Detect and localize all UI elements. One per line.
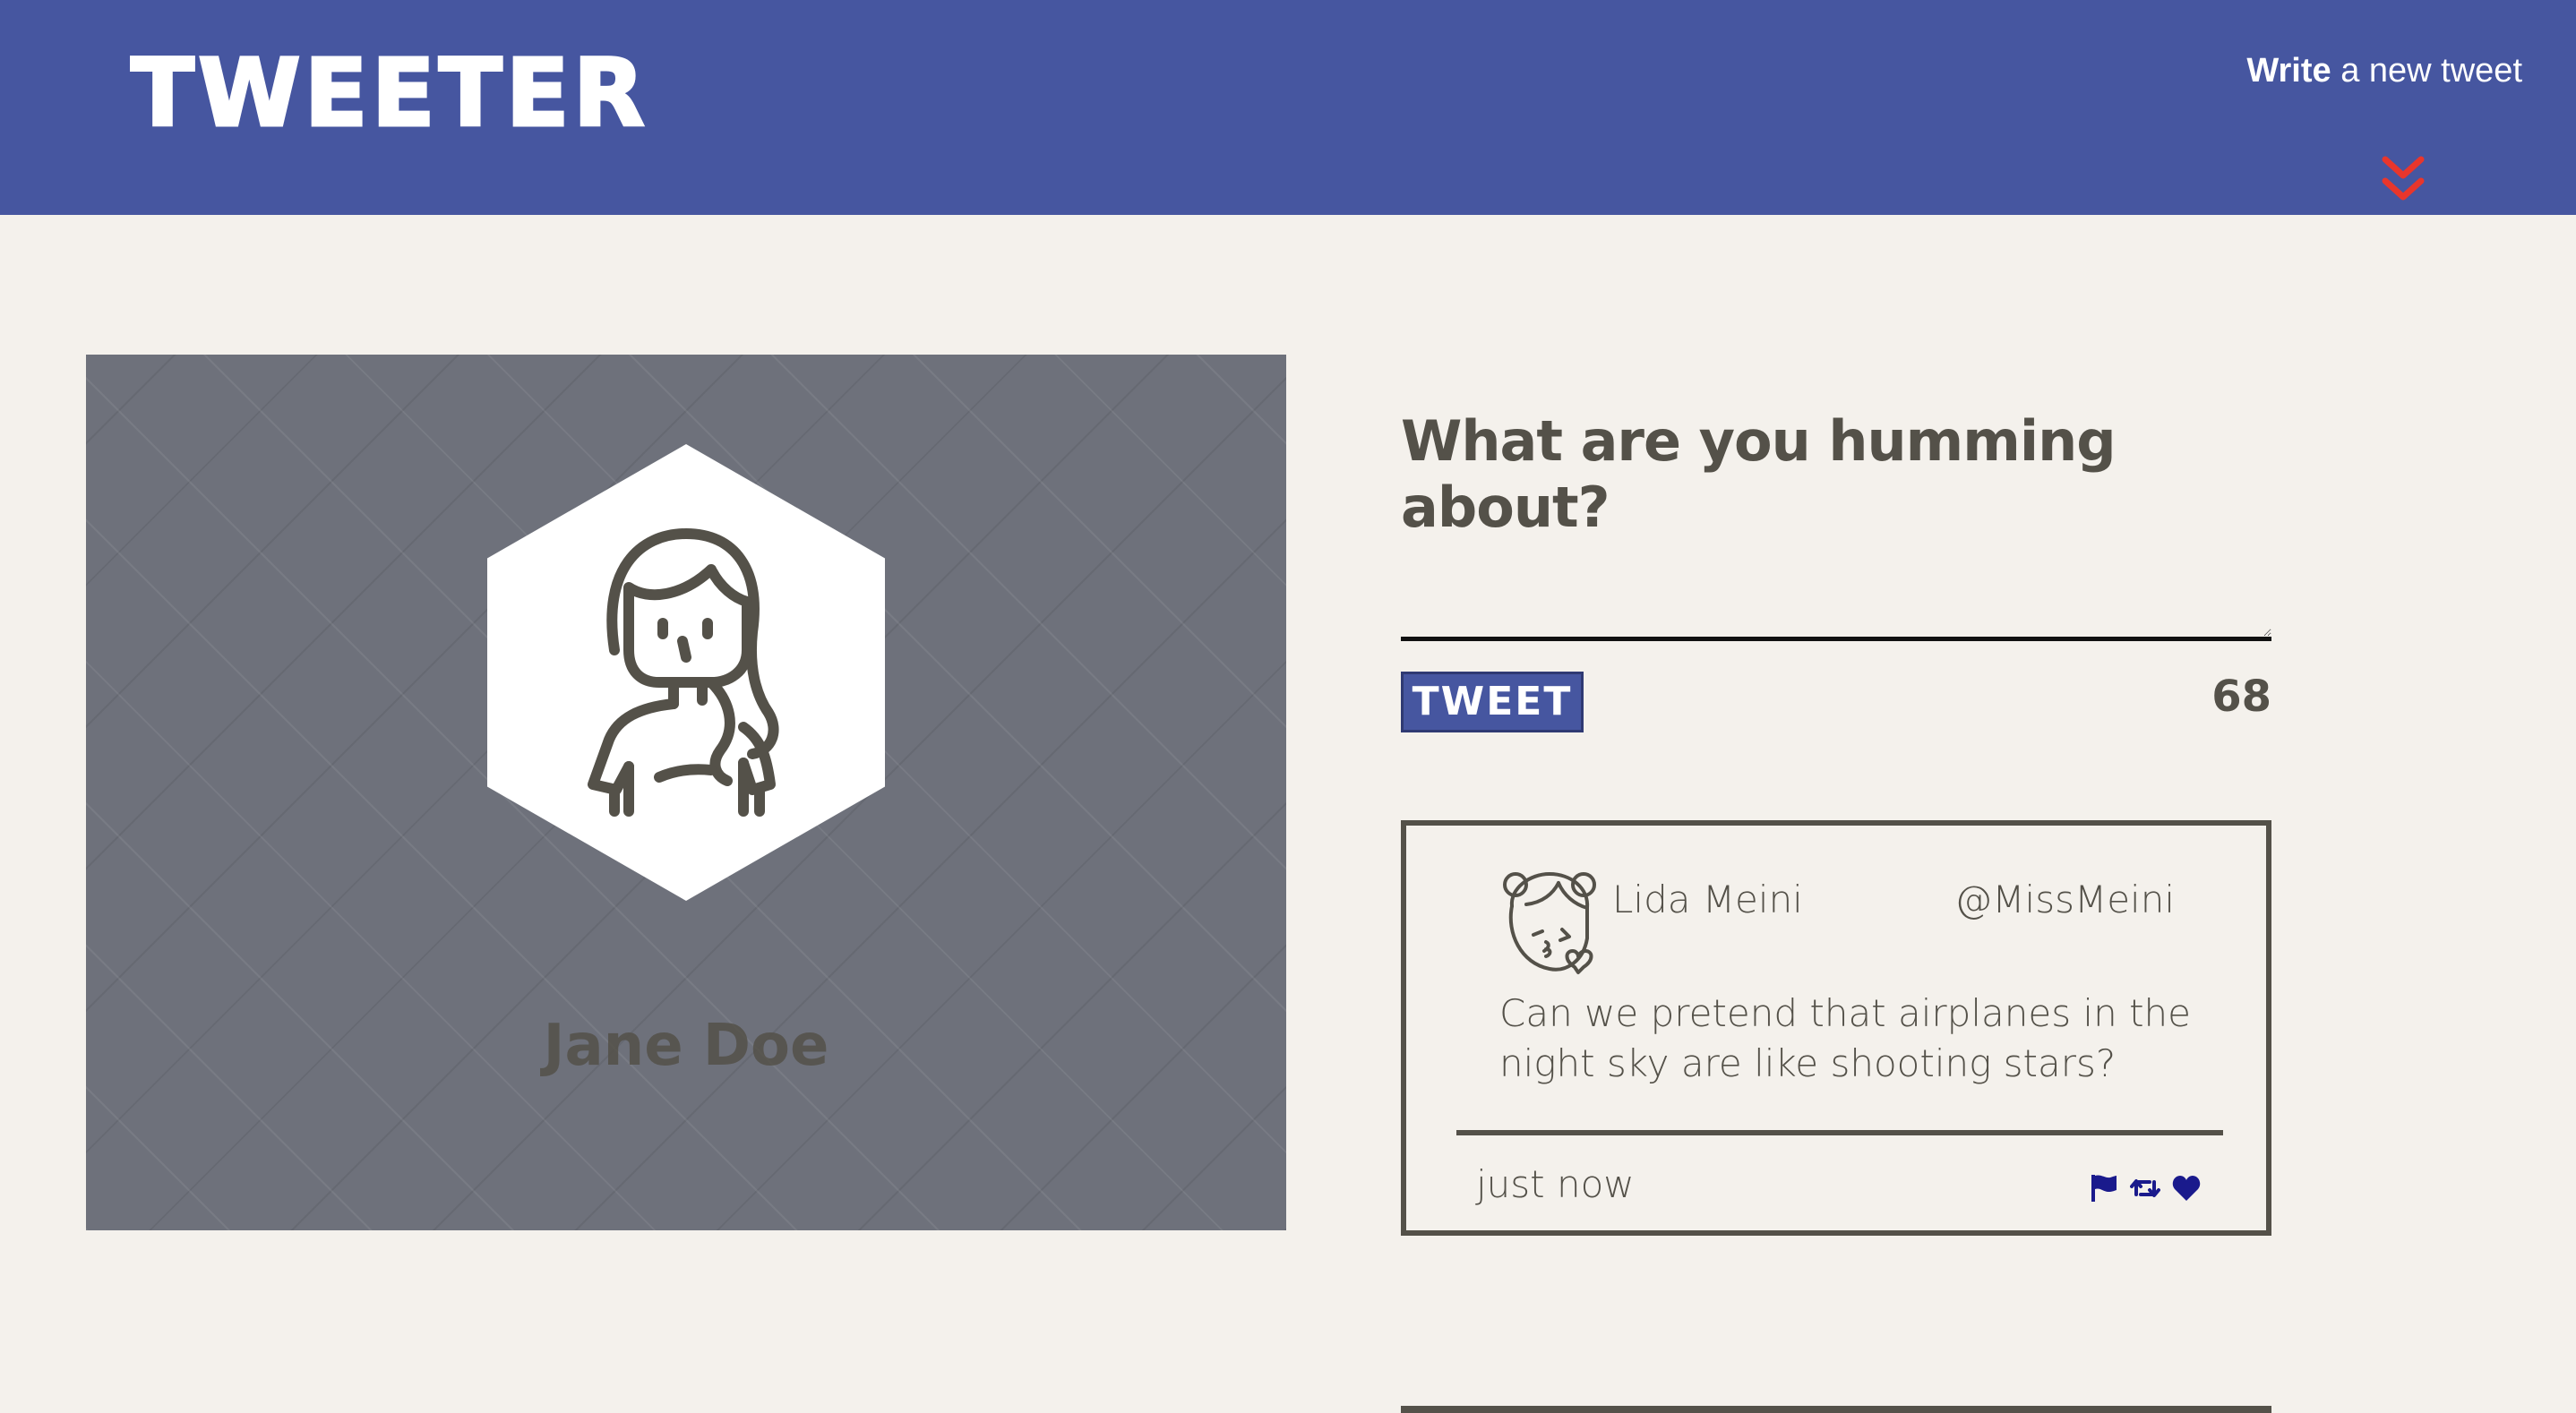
girl-kiss-avatar-icon — [1503, 872, 1596, 974]
next-tweet-card-edge — [1401, 1406, 2271, 1413]
tweet-divider — [1456, 1130, 2223, 1135]
tweet-user-name[interactable]: Lida Meini — [1612, 881, 1803, 919]
tweet-submit-button[interactable]: TWEET — [1401, 672, 1584, 732]
double-chevron-down-icon[interactable] — [2381, 154, 2426, 204]
flag-icon[interactable] — [2089, 1173, 2119, 1203]
top-nav: TWEETER Write a new tweet — [0, 0, 2576, 215]
write-new-tweet-link[interactable]: Write a new tweet — [2246, 54, 2522, 88]
avatar-hexagon — [487, 444, 885, 901]
tweet-actions — [2089, 1173, 2202, 1203]
write-new-tweet-rest: a new tweet — [2331, 52, 2522, 90]
write-new-tweet-bold: Write — [2246, 52, 2331, 90]
woman-avatar-icon — [588, 528, 779, 817]
tweet-user-handle[interactable]: @MissMeini — [1954, 881, 2175, 919]
character-counter: 68 — [2211, 672, 2271, 722]
tweet-text: Can we pretend that airplanes in the nig… — [1499, 991, 2191, 1085]
heart-icon[interactable] — [2171, 1173, 2202, 1203]
profile-card: Jane Doe — [86, 355, 1286, 1230]
tweet-textarea[interactable] — [1401, 516, 2271, 641]
brand-logo[interactable]: TWEETER — [130, 46, 648, 141]
new-tweet-composer: What are you humming about? TWEET 68 — [1401, 408, 2271, 732]
profile-name: Jane Doe — [543, 1013, 829, 1079]
retweet-icon[interactable] — [2130, 1173, 2160, 1203]
tweet-card: Lida Meini @MissMeini Can we pretend tha… — [1401, 820, 2271, 1236]
tweet-timestamp: just now — [1476, 1162, 1635, 1206]
